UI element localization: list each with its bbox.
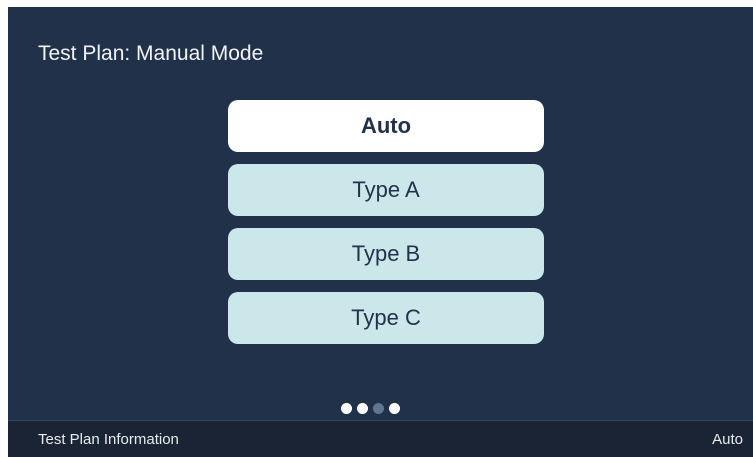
option-auto-button[interactable]: Auto — [228, 100, 544, 152]
page-dot-4[interactable] — [389, 403, 400, 414]
test-plan-options: Auto Type A Type B Type C — [228, 100, 544, 356]
status-bar-title: Test Plan Information — [38, 431, 179, 448]
option-type-b-button[interactable]: Type B — [228, 228, 544, 280]
page-indicator — [341, 403, 400, 415]
option-type-c-button[interactable]: Type C — [228, 292, 544, 344]
status-bar-mode: Auto — [712, 431, 743, 448]
option-type-a-button[interactable]: Type A — [228, 164, 544, 216]
page-dot-2[interactable] — [357, 403, 368, 414]
page-dot-3[interactable] — [373, 403, 384, 414]
page-title: Test Plan: Manual Mode — [38, 42, 264, 65]
main-screen: Test Plan: Manual Mode Auto Type A Type … — [8, 7, 753, 420]
status-bar: Test Plan Information Auto — [8, 420, 753, 457]
page-dot-1[interactable] — [341, 403, 352, 414]
